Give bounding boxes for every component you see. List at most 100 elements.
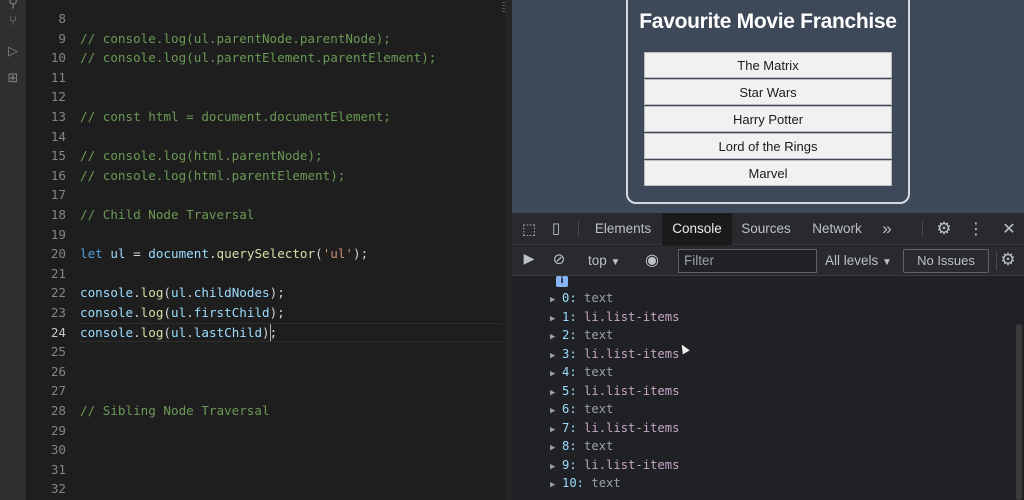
movie-card: Favourite Movie Franchise The Matrix Star… — [626, 0, 910, 204]
code-line[interactable]: // console.log(ul.parentElement.parentEl… — [80, 48, 436, 68]
code-token: ul — [110, 246, 126, 262]
browser-preview: Favourite Movie Franchise The Matrix Star… — [512, 0, 1024, 213]
filter-input[interactable]: Filter — [678, 249, 817, 273]
code-line[interactable]: // Sibling Node Traversal — [80, 401, 270, 421]
expand-arrow-icon[interactable]: ▶ — [550, 291, 562, 309]
console-entry[interactable]: ▶ 3: li.list-items — [550, 345, 679, 363]
log-levels-select[interactable]: All levels ▼ — [825, 251, 892, 271]
code-editor[interactable]: 8 9 10 11 12 13 14 15 16 17 18 19 20 21 22 23 24 25 26 27 28… — [26, 0, 512, 500]
code-token: . — [133, 285, 141, 301]
line-number: 11 — [50, 69, 66, 85]
console-entry-value: li.list-items — [584, 383, 680, 398]
code-token: querySelector — [216, 246, 316, 262]
expand-arrow-icon[interactable]: ▶ — [550, 458, 562, 476]
console-entry[interactable]: ▶ 5: li.list-items — [550, 382, 679, 400]
expand-arrow-icon[interactable]: ▶ — [550, 476, 562, 494]
code-token: // console.log(ul.parentElement.parentEl… — [80, 50, 437, 66]
tab-console[interactable]: Console — [662, 213, 732, 245]
context-value: top — [588, 253, 607, 268]
more-tabs-icon[interactable]: » — [876, 213, 898, 245]
code-line[interactable]: let ul = document.querySelector('ul'); — [80, 244, 368, 264]
code-line[interactable]: console.log(ul.lastChild); — [80, 323, 277, 343]
console-scrollbar[interactable] — [1016, 324, 1022, 500]
code-line[interactable]: console.log(ul.firstChild); — [80, 303, 285, 323]
code-token: // const html = document.documentElement… — [80, 109, 391, 124]
line-number: 10 — [50, 50, 66, 66]
run-debug-icon[interactable]: ▷ — [5, 44, 21, 60]
code-token: let — [80, 246, 103, 262]
devtools-panel: ⬚ ▯ Elements Console Sources Network » ⚙… — [512, 213, 1024, 500]
code-line[interactable]: // Child Node Traversal — [80, 205, 254, 225]
tab-elements[interactable]: Elements — [588, 213, 658, 245]
expand-arrow-icon[interactable]: ▶ — [550, 402, 562, 420]
live-expression-eye-icon[interactable]: ◉ — [642, 250, 662, 270]
source-control-icon[interactable]: ⑂ — [5, 14, 21, 30]
line-number: 32 — [50, 481, 66, 497]
line-number: 24 — [50, 324, 66, 340]
devtools-tabs-bar: ⬚ ▯ Elements Console Sources Network » ⚙… — [512, 213, 1024, 245]
console-entry[interactable]: ▶ 2: text — [550, 326, 613, 344]
code-token: . — [133, 305, 141, 320]
info-icon: i — [556, 276, 568, 287]
console-entry[interactable]: ▶ 1: li.list-items — [550, 308, 679, 326]
clear-console-icon[interactable]: ⊘ — [550, 250, 568, 270]
line-number: 23 — [50, 305, 66, 320]
toolbar-separator — [996, 252, 997, 270]
expand-arrow-icon[interactable]: ▶ — [550, 421, 562, 439]
toggle-sidebar-icon[interactable]: ▶ — [520, 251, 538, 271]
console-entry-value: li.list-items — [584, 309, 680, 324]
console-entry-value: text — [584, 291, 614, 305]
tabs-separator-2 — [922, 221, 923, 237]
code-token: ( — [163, 324, 172, 340]
console-entry[interactable]: ▶ 6: text — [550, 400, 613, 418]
console-entry[interactable]: ▶ 0: text — [550, 289, 613, 307]
code-line[interactable]: console.log(ul.childNodes); — [80, 283, 285, 303]
split-divider[interactable] — [505, 0, 512, 500]
code-token: log — [140, 285, 164, 301]
kebab-menu-icon[interactable]: ⋮ — [968, 219, 984, 239]
line-number: 26 — [50, 363, 66, 379]
settings-gear-icon[interactable]: ⚙ — [934, 219, 954, 239]
tab-network[interactable]: Network — [804, 213, 870, 245]
console-entry-key: 0: — [562, 291, 577, 305]
code-token: log — [140, 305, 164, 320]
text-cursor — [270, 323, 271, 341]
expand-arrow-icon[interactable]: ▶ — [550, 328, 562, 346]
device-toolbar-icon[interactable]: ▯ — [548, 219, 564, 239]
code-line[interactable]: // console.log(html.parentElement); — [80, 166, 345, 186]
line-number: 30 — [50, 442, 66, 458]
inspect-element-icon[interactable]: ⬚ — [520, 220, 538, 238]
expand-arrow-icon[interactable]: ▶ — [550, 365, 562, 383]
code-token: . — [186, 285, 194, 301]
code-line[interactable]: // console.log(ul.parentNode.parentNode)… — [80, 29, 391, 49]
code-token: . — [133, 324, 141, 340]
line-number: 12 — [50, 89, 66, 105]
context-select[interactable]: top ▼ — [588, 251, 620, 271]
expand-arrow-icon[interactable]: ▶ — [550, 439, 562, 457]
code-area[interactable]: // console.log(ul.parentNode.parentNode)… — [80, 0, 512, 500]
close-icon[interactable]: ✕ — [1000, 219, 1018, 239]
console-entry[interactable]: ▶ 7: li.list-items — [550, 419, 679, 437]
code-line[interactable]: // const html = document.documentElement… — [80, 107, 391, 127]
console-entry-key: 5: — [562, 383, 577, 398]
search-icon[interactable]: ⚲ — [5, 0, 21, 12]
code-token: ul — [171, 324, 187, 340]
console-entry[interactable]: ▶ 9: li.list-items — [550, 456, 679, 474]
expand-arrow-icon[interactable]: ▶ — [550, 310, 562, 328]
extensions-icon[interactable]: ⊞ — [5, 71, 21, 87]
console-output[interactable]: i ▶ 0: text ▶ 1: li.list-items ▶ 2: text ▶ 3: l… — [512, 276, 1024, 500]
chevron-down-icon: ▼ — [882, 257, 892, 268]
issues-button[interactable]: No Issues — [903, 249, 989, 273]
chevron-down-icon: ▼ — [610, 257, 621, 268]
code-line[interactable]: // console.log(html.parentNode); — [80, 146, 323, 166]
console-entry[interactable]: ▶ 8: text — [550, 437, 613, 455]
code-token: ( — [163, 305, 172, 320]
console-settings-gear-icon[interactable]: ⚙ — [998, 250, 1018, 270]
console-entry-value: text — [584, 439, 614, 453]
expand-arrow-icon[interactable]: ▶ — [550, 384, 562, 402]
console-entry[interactable]: ▶ 10: text — [550, 474, 621, 492]
code-token: childNodes — [193, 285, 270, 301]
expand-arrow-icon[interactable]: ▶ — [550, 347, 562, 365]
console-entry[interactable]: ▶ 4: text — [550, 363, 613, 381]
tab-sources[interactable]: Sources — [734, 213, 798, 245]
